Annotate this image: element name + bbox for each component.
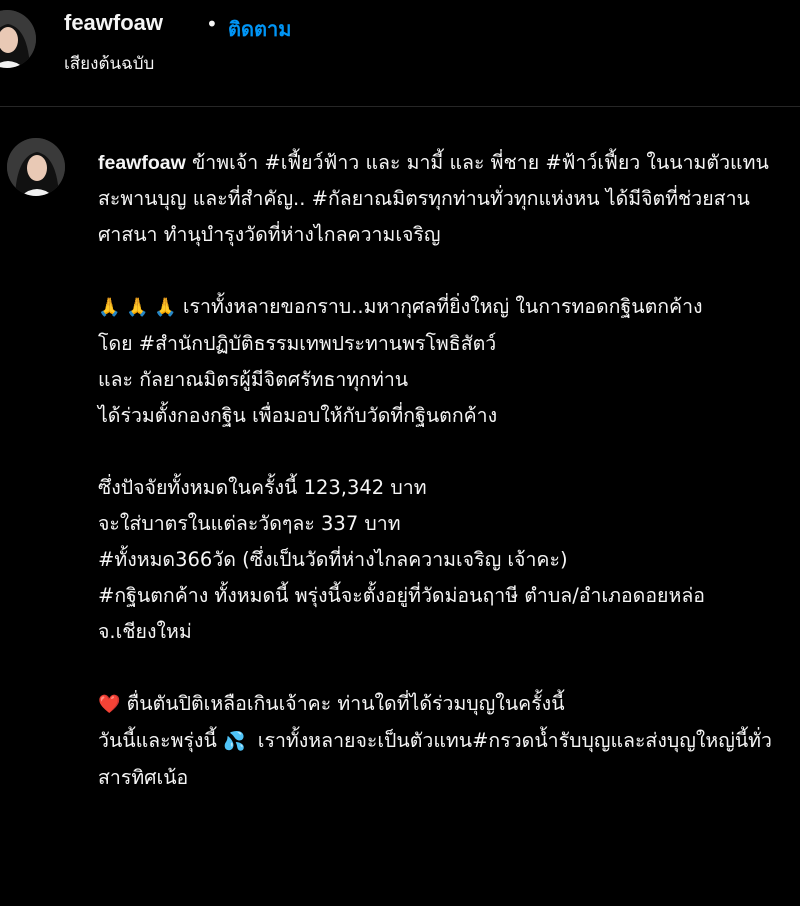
- avatar-image: [0, 10, 36, 68]
- caption-paragraph: feawfoaw ข้าพเจ้า #เฟี้ยว์ฟ้าว และ มามี้…: [98, 145, 793, 253]
- caption-text: ตื่นตันปิติเหลือเกินเจ้าคะ ท่านใดที่ได้ร…: [120, 692, 565, 715]
- caption-text: วันนี้และพรุ่งนี้: [98, 729, 223, 752]
- author-avatar[interactable]: [0, 10, 36, 68]
- caption-line: จะใส่บาตรในแต่ละวัดๆละ 337 บาท: [98, 512, 401, 535]
- follow-button[interactable]: ติดตาม: [228, 13, 291, 45]
- separator-dot: •: [206, 12, 218, 36]
- audio-link[interactable]: เสียงต้นฉบับ: [64, 50, 154, 77]
- post-caption: feawfoaw ข้าพเจ้า #เฟี้ยว์ฟ้าว และ มามี้…: [98, 145, 793, 796]
- heart-emoji-icon: ❤️: [98, 694, 121, 715]
- author-username[interactable]: feawfoaw: [64, 10, 163, 36]
- caption-line: ได้ร่วมตั้งกองกฐิน เพื่อมอบให้กับวัดที่ก…: [98, 404, 498, 427]
- post-header: feawfoaw • ติดตาม เสียงต้นฉบับ: [0, 0, 800, 106]
- caption-text: เราทั้งหลายขอกราบ..มหากุศลที่ยิ่งใหญ่ ใน…: [176, 295, 703, 318]
- caption-line: โดย #สำนักปฏิบัติธรรมเทพประทานพรโพธิสัตว…: [98, 332, 497, 355]
- caption-avatar[interactable]: [7, 138, 65, 196]
- caption-username[interactable]: feawfoaw: [98, 152, 186, 174]
- caption-line: และ กัลยาณมิตรผู้มีจิตศรัทธาทุกท่าน: [98, 368, 409, 391]
- caption-paragraph: 🙏 🙏 🙏 เราทั้งหลายขอกราบ..มหากุศลที่ยิ่งใ…: [98, 289, 793, 326]
- caption-line: #กฐินตกค้าง ทั้งหมดนี้ พรุ่งนี้จะตั้งอยู…: [98, 584, 712, 643]
- caption-line: วันนี้และพรุ่งนี้ 💦 เราทั้งหลายจะเป็นตัว…: [98, 723, 793, 796]
- avatar-image: [7, 138, 65, 196]
- caption-line: ซึ่งปัจจัยทั้งหมดในครั้งนี้ 123,342 บาท: [98, 476, 427, 499]
- pray-emoji-icon: 🙏 🙏 🙏: [98, 297, 177, 318]
- caption-line: #ทั้งหมด366วัด (ซึ่งเป็นวัดที่ห่างไกลควา…: [98, 548, 568, 571]
- water-emoji-icon: 💦: [222, 731, 246, 752]
- caption-line: ❤️ ตื่นตันปิติเหลือเกินเจ้าคะ ท่านใดที่ไ…: [98, 686, 793, 723]
- caption-text: ข้าพเจ้า #เฟี้ยว์ฟ้าว และ มามี้ และ พี่ช…: [98, 151, 769, 246]
- divider: [0, 106, 800, 107]
